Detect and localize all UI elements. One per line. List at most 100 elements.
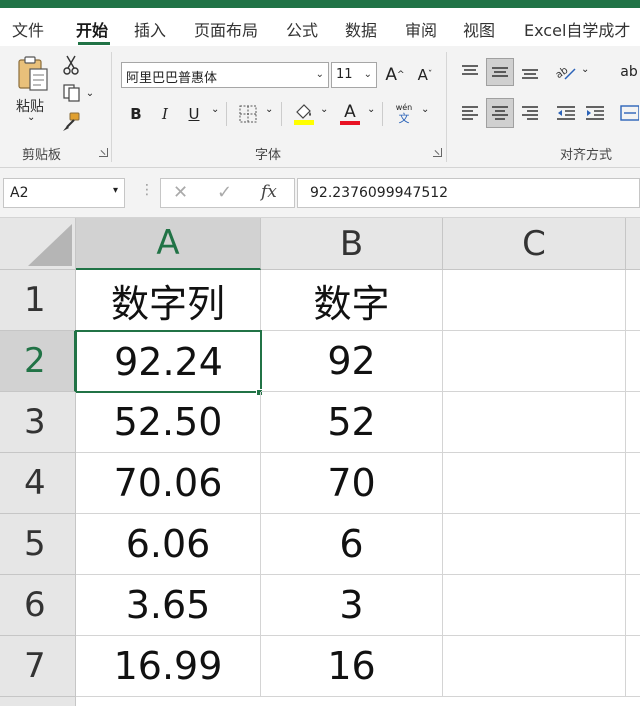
cell-a6[interactable]: 3.65 [76, 575, 261, 636]
copy-icon [63, 84, 80, 102]
cell-b3[interactable]: 52 [261, 392, 443, 453]
underline-button[interactable]: U [182, 102, 206, 126]
tab-formulas[interactable]: 公式 [286, 17, 318, 41]
font-size-select[interactable]: 11 ⌄ [331, 62, 377, 88]
row-header-3[interactable]: 3 [0, 392, 76, 453]
cell-c6[interactable] [443, 575, 626, 636]
align-left-icon [462, 106, 478, 120]
row-header-6[interactable]: 6 [0, 575, 76, 636]
row-header-7[interactable]: 7 [0, 636, 76, 697]
formula-bar: A2 ▾ ⋮ ✕ ✓ fx 92.2376099947512 [0, 168, 640, 218]
phonetic-dropdown-chevron-icon[interactable]: ⌄ [421, 104, 429, 115]
cell-c4[interactable] [443, 453, 626, 514]
cell-b6[interactable]: 3 [261, 575, 443, 636]
wrap-text-glyph: ab [620, 64, 638, 80]
align-middle-button[interactable] [486, 58, 514, 86]
format-painter-button[interactable] [60, 110, 82, 134]
cell-b5[interactable]: 6 [261, 514, 443, 575]
cancel-icon[interactable]: ✕ [173, 182, 188, 203]
cell-d3[interactable] [626, 392, 640, 453]
font-color-dropdown-chevron-icon[interactable]: ⌄ [367, 104, 375, 115]
row-header-5[interactable]: 5 [0, 514, 76, 575]
align-left-button[interactable] [457, 100, 483, 126]
column-header-d-partial[interactable] [626, 218, 640, 270]
paste-button[interactable] [12, 54, 54, 94]
cell-d2[interactable] [626, 331, 640, 392]
font-color-button[interactable]: A [337, 100, 363, 128]
tab-page-layout[interactable]: 页面布局 [194, 17, 258, 41]
cut-button[interactable] [60, 54, 82, 76]
bold-button[interactable]: B [124, 102, 148, 126]
align-top-button[interactable] [457, 60, 483, 84]
cell-a7[interactable]: 16.99 [76, 636, 261, 697]
font-dialog-launcher-icon[interactable] [433, 148, 442, 157]
paste-dropdown-chevron-icon[interactable]: ⌄ [27, 112, 35, 123]
cell-a2[interactable]: 92.24 [75, 330, 262, 393]
insert-function-icon[interactable]: fx [261, 182, 277, 202]
tab-view[interactable]: 视图 [463, 17, 495, 41]
decrease-font-size-button[interactable]: Aˇ [413, 62, 437, 88]
cell-b4[interactable]: 70 [261, 453, 443, 514]
cell-d4[interactable] [626, 453, 640, 514]
cell-a1[interactable]: 数字列 [76, 270, 261, 331]
borders-button[interactable] [234, 102, 262, 126]
cell-c1[interactable] [443, 270, 626, 331]
formula-input[interactable]: 92.2376099947512 [297, 178, 640, 208]
underline-dropdown-chevron-icon[interactable]: ⌄ [211, 104, 219, 115]
phonetic-guide-button[interactable]: wén 文 [390, 100, 418, 128]
decrease-indent-button[interactable] [553, 100, 579, 126]
cell-c2[interactable] [443, 331, 626, 392]
tab-file[interactable]: 文件 [12, 17, 44, 41]
increase-indent-button[interactable] [582, 100, 608, 126]
cell-c5[interactable] [443, 514, 626, 575]
fill-color-button[interactable] [291, 100, 317, 128]
cell-c3[interactable] [443, 392, 626, 453]
chevron-down-icon[interactable]: ▾ [113, 185, 118, 196]
increase-font-size-button[interactable]: A ^ [383, 62, 407, 88]
name-box[interactable]: A2 ▾ [3, 178, 125, 208]
align-right-button[interactable] [517, 100, 543, 126]
merge-center-button-partial[interactable] [618, 100, 640, 126]
italic-button[interactable]: I [153, 102, 177, 126]
cell-d1[interactable] [626, 270, 640, 331]
row-header-8-partial[interactable] [0, 697, 76, 706]
cell-a3[interactable]: 52.50 [76, 392, 261, 453]
cell-d5[interactable] [626, 514, 640, 575]
cell-b1[interactable]: 数字 [261, 270, 443, 331]
cell-c7[interactable] [443, 636, 626, 697]
check-icon[interactable]: ✓ [217, 182, 232, 203]
select-all-button[interactable] [0, 218, 76, 270]
orientation-button[interactable]: ab [552, 60, 580, 84]
row-header-1[interactable]: 1 [0, 270, 76, 331]
column-header-c[interactable]: C [443, 218, 626, 270]
column-header-a[interactable]: A [76, 218, 261, 270]
clipboard-dialog-launcher-icon[interactable] [99, 148, 108, 157]
column-header-b[interactable]: B [261, 218, 443, 270]
align-center-button[interactable] [486, 98, 514, 128]
row-header-4[interactable]: 4 [0, 453, 76, 514]
row-header-2[interactable]: 2 [0, 331, 76, 392]
tab-data[interactable]: 数据 [345, 17, 377, 41]
border-grid-icon [239, 105, 257, 123]
cell-b2[interactable]: 92 [261, 331, 443, 392]
tab-home[interactable]: 开始 [76, 17, 108, 41]
scissors-icon [63, 55, 79, 75]
cell-d7[interactable] [626, 636, 640, 697]
cell-d6[interactable] [626, 575, 640, 636]
wrap-text-button-partial[interactable]: ab [618, 60, 640, 84]
copy-button[interactable]: ⌄ [58, 82, 98, 104]
align-bottom-button[interactable] [517, 60, 543, 84]
tab-excel-learning[interactable]: Excel自学成才 [524, 17, 630, 41]
tab-review[interactable]: 审阅 [405, 17, 437, 41]
tab-insert[interactable]: 插入 [134, 17, 166, 41]
font-name-select[interactable]: 阿里巴巴普惠体 ⌄ [121, 62, 329, 88]
cell-a4[interactable]: 70.06 [76, 453, 261, 514]
more-options-icon[interactable]: ⋮ [140, 182, 154, 198]
orientation-dropdown-chevron-icon[interactable]: ⌄ [581, 64, 589, 75]
cell-b7[interactable]: 16 [261, 636, 443, 697]
borders-dropdown-chevron-icon[interactable]: ⌄ [265, 104, 273, 115]
fill-color-dropdown-chevron-icon[interactable]: ⌄ [320, 104, 328, 115]
cell-a5[interactable]: 6.06 [76, 514, 261, 575]
copy-dropdown-chevron-icon[interactable]: ⌄ [86, 88, 94, 99]
toolbar-divider [382, 102, 383, 126]
